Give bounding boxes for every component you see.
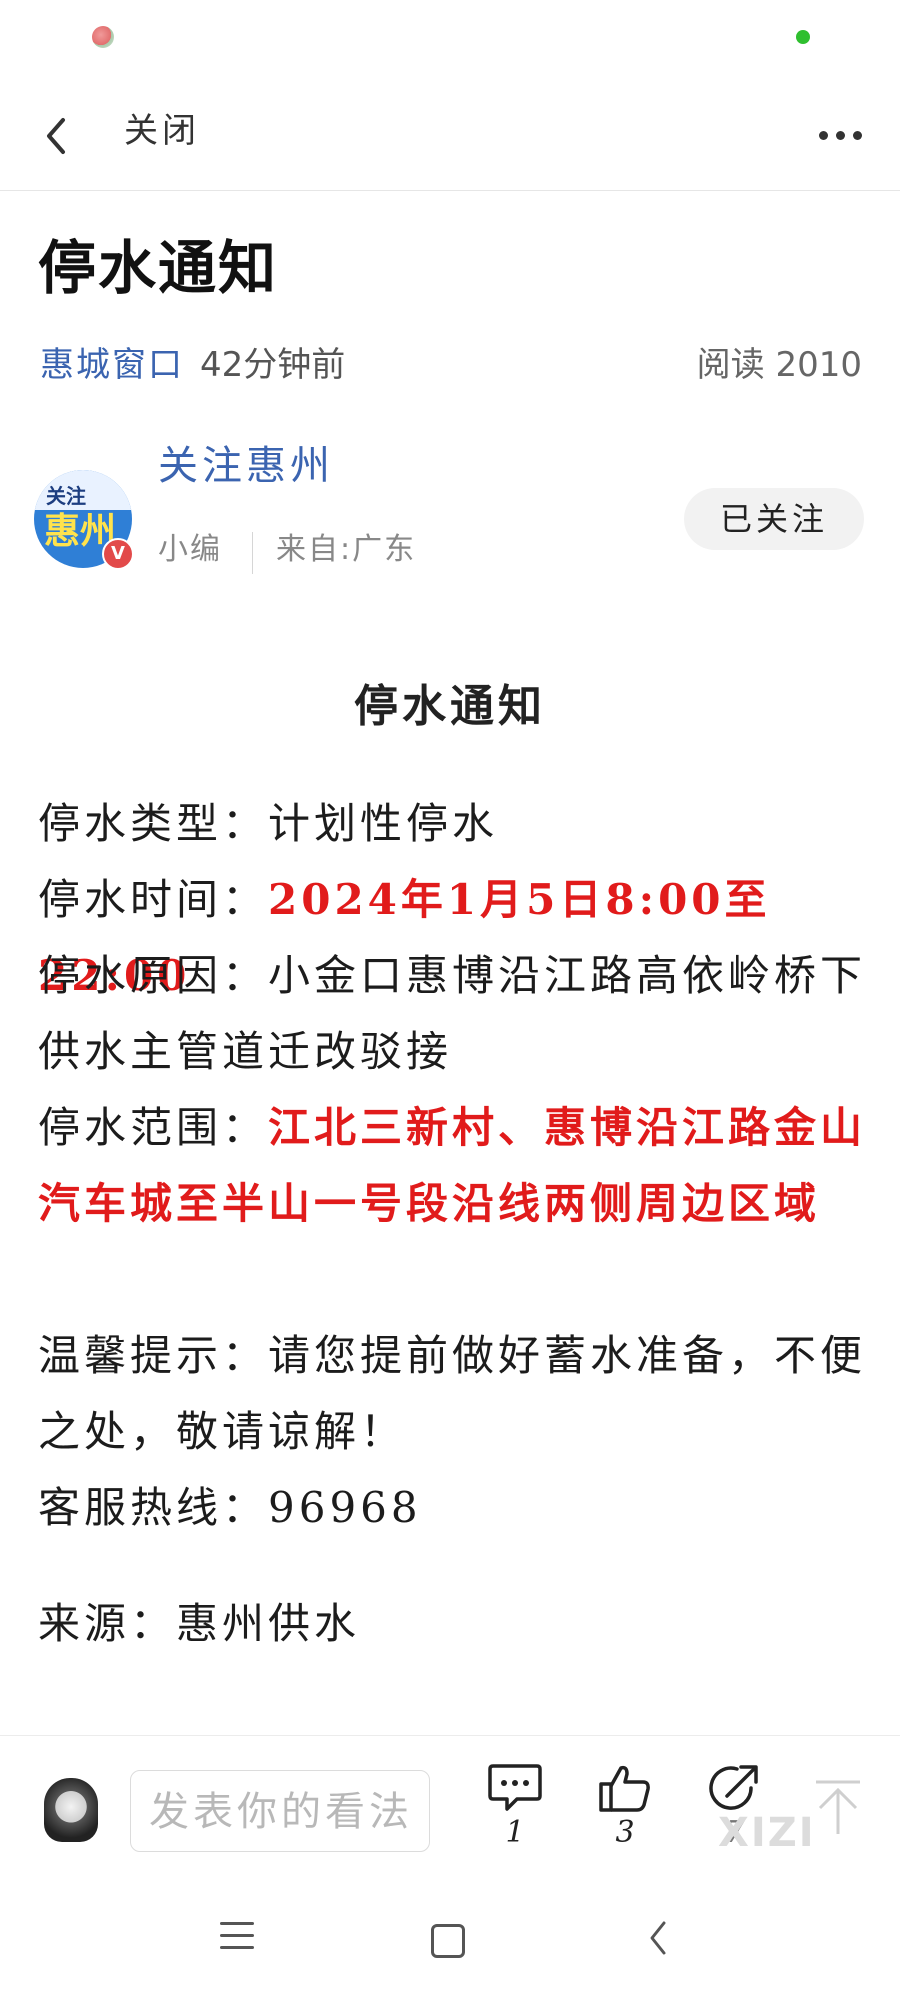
article-heading: 停水通知 (354, 681, 546, 732)
hotline: 客服热线：96968 (38, 1470, 868, 1546)
close-button[interactable]: 关闭 (124, 108, 200, 154)
outage-range-label: 停水范围： (38, 1103, 269, 1152)
author-role: 小编 (158, 532, 222, 567)
outage-reason: 停水原因：小金口惠博沿江路高依岭桥下供水主管道迁改驳接 (38, 938, 868, 1090)
bottom-divider (0, 1735, 900, 1736)
more-dot-icon (835, 130, 845, 140)
outage-tip: 温馨提示：请您提前做好蓄水准备，不便之处，敬请谅解！ (38, 1318, 868, 1470)
system-menu-button[interactable] (220, 1922, 254, 1952)
chevron-left-icon (650, 1921, 666, 1955)
outage-type-value: 计划性停水 (268, 799, 499, 848)
origin-value: 惠州供水 (176, 1599, 361, 1648)
outage-type: 停水类型：计划性停水 (38, 786, 868, 862)
comment-input[interactable]: 发表你的看法 (130, 1770, 430, 1852)
comment-button[interactable]: 1 (480, 1762, 550, 1850)
publish-time: 42分钟前 (200, 345, 346, 385)
source-link[interactable]: 惠城窗口 (40, 345, 184, 385)
outage-time-label: 停水时间： (38, 875, 269, 924)
back-button[interactable] (36, 108, 76, 164)
verified-badge-icon: V (102, 538, 134, 570)
article-origin: 来源：惠州供水 (38, 1586, 868, 1662)
comment-icon (488, 1764, 542, 1811)
menu-line-icon (220, 1934, 254, 1937)
outage-tip-label: 温馨提示： (38, 1331, 269, 1380)
outage-reason-label: 停水原因： (38, 951, 269, 1000)
menu-line-icon (220, 1946, 254, 1949)
share-icon (709, 1765, 758, 1810)
outage-type-label: 停水类型： (38, 799, 269, 848)
more-dot-icon (818, 130, 828, 140)
chevron-left-icon (47, 118, 65, 154)
system-back-button[interactable] (648, 1920, 668, 1956)
follow-button[interactable]: 已关注 (684, 488, 864, 550)
like-button[interactable]: 3 (590, 1762, 660, 1850)
system-home-button[interactable] (431, 1924, 465, 1958)
author-name[interactable]: 关注惠州 (158, 438, 334, 494)
user-avatar[interactable] (44, 1778, 98, 1842)
comment-count: 1 (505, 1815, 525, 1850)
menu-line-icon (220, 1922, 254, 1925)
read-count: 阅读 2010 (696, 345, 862, 385)
article-meta: 惠城窗口 42分钟前 (40, 340, 345, 390)
arrow-up-icon (816, 1780, 860, 1834)
more-options-button[interactable] (810, 110, 870, 160)
like-count: 3 (615, 1815, 635, 1850)
author-location: 来自:广东 (276, 532, 417, 567)
back-to-top-button[interactable] (812, 1778, 864, 1838)
page-title: 停水通知 (38, 234, 279, 302)
header-divider (0, 190, 900, 191)
hotline-label: 客服热线： (38, 1483, 269, 1532)
avatar-text-top: 关注 (46, 484, 86, 508)
status-signal-icon (796, 30, 810, 44)
outage-range: 停水范围：江北三新村、惠博沿江路金山汽车城至半山一号段沿线两侧周边区域 (38, 1090, 868, 1242)
status-notification-icon (92, 26, 114, 48)
origin-label: 来源： (38, 1599, 177, 1648)
thumbs-up-icon (599, 1765, 650, 1812)
hotline-value: 96968 (268, 1483, 422, 1532)
watermark: XIZI (718, 1810, 816, 1856)
author-divider (252, 532, 253, 574)
more-dot-icon (852, 130, 862, 140)
